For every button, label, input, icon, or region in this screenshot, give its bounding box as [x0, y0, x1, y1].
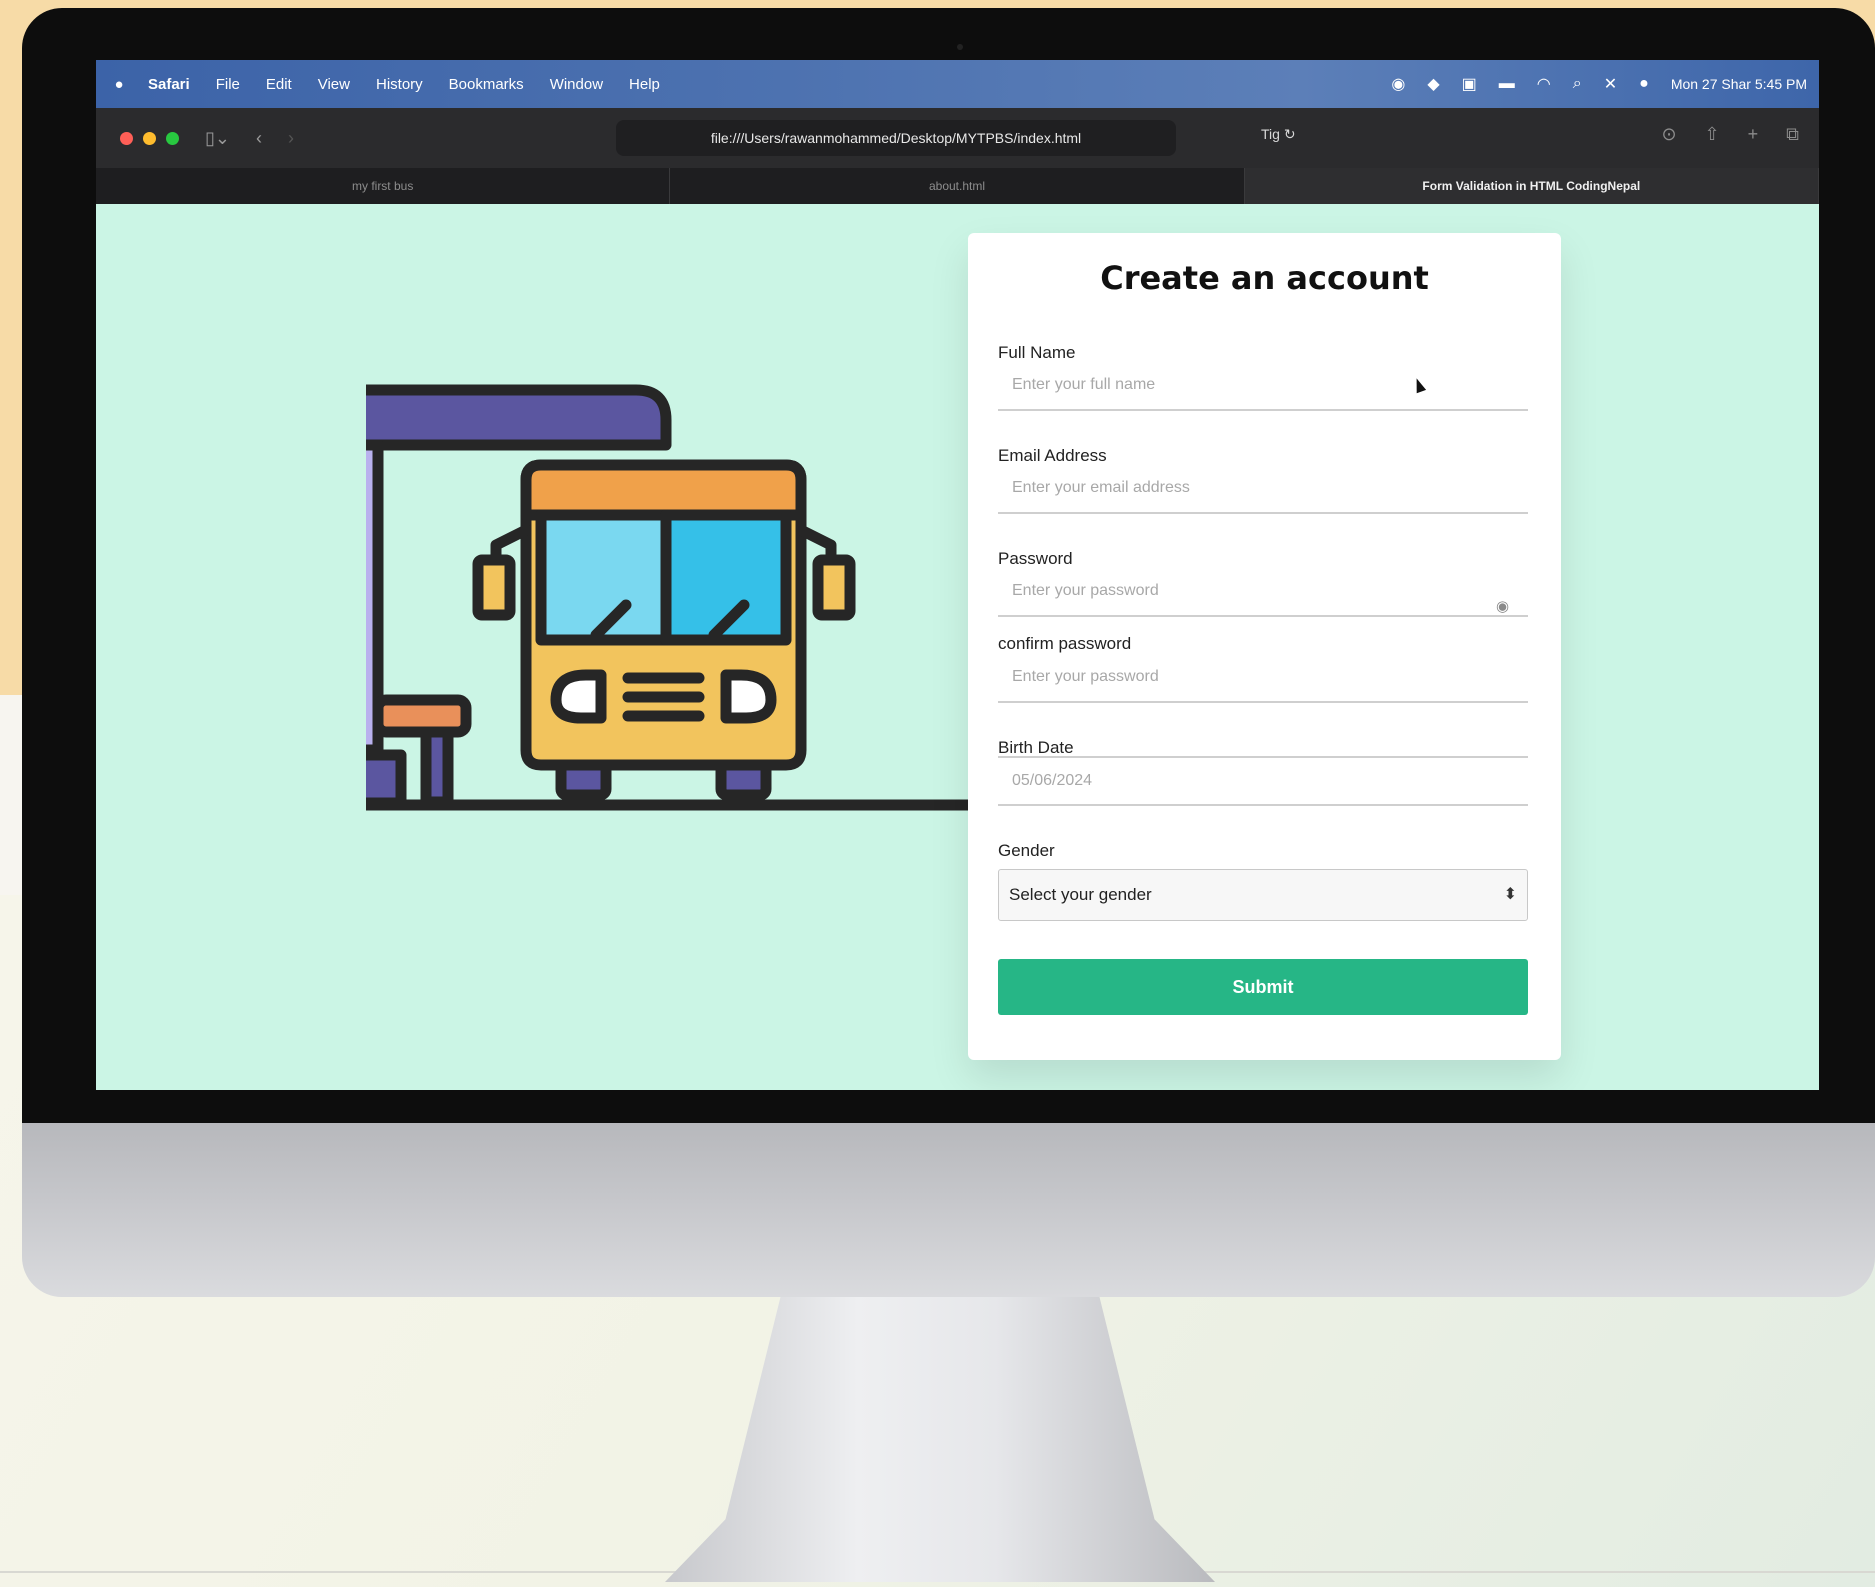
- share-icon[interactable]: ⇧: [1705, 124, 1720, 145]
- download-icon[interactable]: ⊙: [1661, 124, 1676, 145]
- submit-button[interactable]: Submit: [998, 959, 1528, 1015]
- menu-view[interactable]: View: [318, 76, 350, 93]
- status-icons: ◉ ◆ ▣ ▬ ◠ ⌕ ✕ ● Mon 27 Shar 5:45 PM: [1391, 74, 1807, 94]
- confirm-password-input[interactable]: [998, 653, 1528, 703]
- bus-mirror-left: [472, 554, 516, 621]
- birth-date-label: Birth Date: [998, 738, 1074, 757]
- mac-menubar: ● Safari File Edit View History Bookmark…: [96, 60, 1819, 108]
- bus-stop-illustration: [366, 384, 992, 811]
- full-name-label: Full Name: [998, 343, 1076, 362]
- monitor-screen: ● Safari File Edit View History Bookmark…: [96, 60, 1819, 1090]
- keyboard-icon[interactable]: ▣: [1462, 74, 1477, 94]
- battery-icon[interactable]: ▬: [1499, 75, 1515, 93]
- menubar-clock: Mon 27 Shar 5:45 PM: [1670, 76, 1807, 92]
- control-center-icon[interactable]: ✕: [1604, 74, 1617, 94]
- browser-tab-bar: my first bus about.html Form Validation …: [96, 168, 1819, 204]
- toolbar-right-icons: ⊙ ⇧ + ⧉: [1661, 124, 1799, 145]
- confirm-password-label: confirm password: [998, 634, 1132, 653]
- monitor-stand: [665, 1297, 1215, 1582]
- wifi-icon[interactable]: ◠: [1537, 74, 1551, 94]
- tab-form-validation[interactable]: Form Validation in HTML CodingNepal: [1244, 168, 1819, 204]
- gender-select-value: Select your gender: [1009, 885, 1152, 904]
- new-tab-icon[interactable]: +: [1748, 124, 1759, 145]
- birth-date-input[interactable]: [998, 756, 1528, 806]
- translate-reload-control[interactable]: Tig ↻: [1261, 126, 1296, 143]
- signup-form-card: Create an account Full Name Email Addres…: [968, 233, 1561, 1060]
- full-name-input[interactable]: [998, 361, 1528, 411]
- password-label: Password: [998, 549, 1073, 568]
- email-label: Email Address: [998, 446, 1107, 465]
- menu-history[interactable]: History: [376, 76, 423, 93]
- menu-file[interactable]: File: [216, 76, 240, 93]
- form-title: Create an account: [1100, 259, 1429, 297]
- minimize-window-button[interactable]: [143, 131, 156, 145]
- bench-leg: [420, 726, 454, 808]
- sidebar-toggle-icon[interactable]: ▯⌄: [205, 128, 230, 149]
- menu-window[interactable]: Window: [550, 76, 603, 93]
- back-icon[interactable]: ‹: [256, 128, 262, 149]
- tab-about[interactable]: about.html: [670, 168, 1245, 204]
- menu-app-name[interactable]: Safari: [148, 76, 190, 93]
- password-input[interactable]: [998, 567, 1528, 617]
- menu-help[interactable]: Help: [629, 76, 660, 93]
- menu-bookmarks[interactable]: Bookmarks: [449, 76, 524, 93]
- gender-label: Gender: [998, 841, 1055, 860]
- forward-icon[interactable]: ›: [288, 128, 294, 149]
- bus-mirror-right: [812, 554, 856, 621]
- window-controls: [120, 131, 179, 145]
- bus-headlight-left: [550, 669, 607, 724]
- tab-label: about.html: [928, 179, 986, 193]
- translate-label: Tig: [1261, 126, 1280, 142]
- monitor-chin: [22, 1123, 1875, 1297]
- select-caret-icon: ⬍: [1503, 886, 1517, 903]
- zoom-window-button[interactable]: [166, 131, 179, 145]
- bus-top: [520, 459, 807, 521]
- record-icon[interactable]: ◉: [1391, 74, 1405, 94]
- show-password-icon[interactable]: ◉: [1496, 597, 1509, 615]
- shield-icon[interactable]: ◆: [1427, 74, 1439, 94]
- gender-select[interactable]: Select your gender ⬍: [998, 869, 1528, 921]
- email-input[interactable]: [998, 464, 1528, 514]
- browser-toolbar: ▯⌄ ‹ › file:///Users/rawanmohammed/Deskt…: [96, 108, 1819, 168]
- bus-headlight-right: [720, 669, 777, 724]
- tab-overview-icon[interactable]: ⧉: [1786, 124, 1799, 145]
- bench-seat: [372, 694, 472, 738]
- shelter-base: [366, 749, 407, 809]
- menu-edit[interactable]: Edit: [266, 76, 292, 93]
- shelter-roof: [366, 384, 672, 451]
- siri-icon[interactable]: ●: [1639, 75, 1649, 93]
- address-bar[interactable]: file:///Users/rawanmohammed/Desktop/MYTP…: [616, 120, 1176, 156]
- apple-icon[interactable]: ●: [110, 76, 128, 93]
- tab-label: my first bus: [351, 179, 414, 193]
- tab-label: Form Validation in HTML CodingNepal: [1422, 179, 1641, 193]
- search-icon[interactable]: ⌕: [1573, 75, 1582, 93]
- close-window-button[interactable]: [120, 131, 133, 145]
- monitor-camera: [957, 44, 963, 50]
- tab-my-first-bus[interactable]: my first bus: [96, 168, 671, 204]
